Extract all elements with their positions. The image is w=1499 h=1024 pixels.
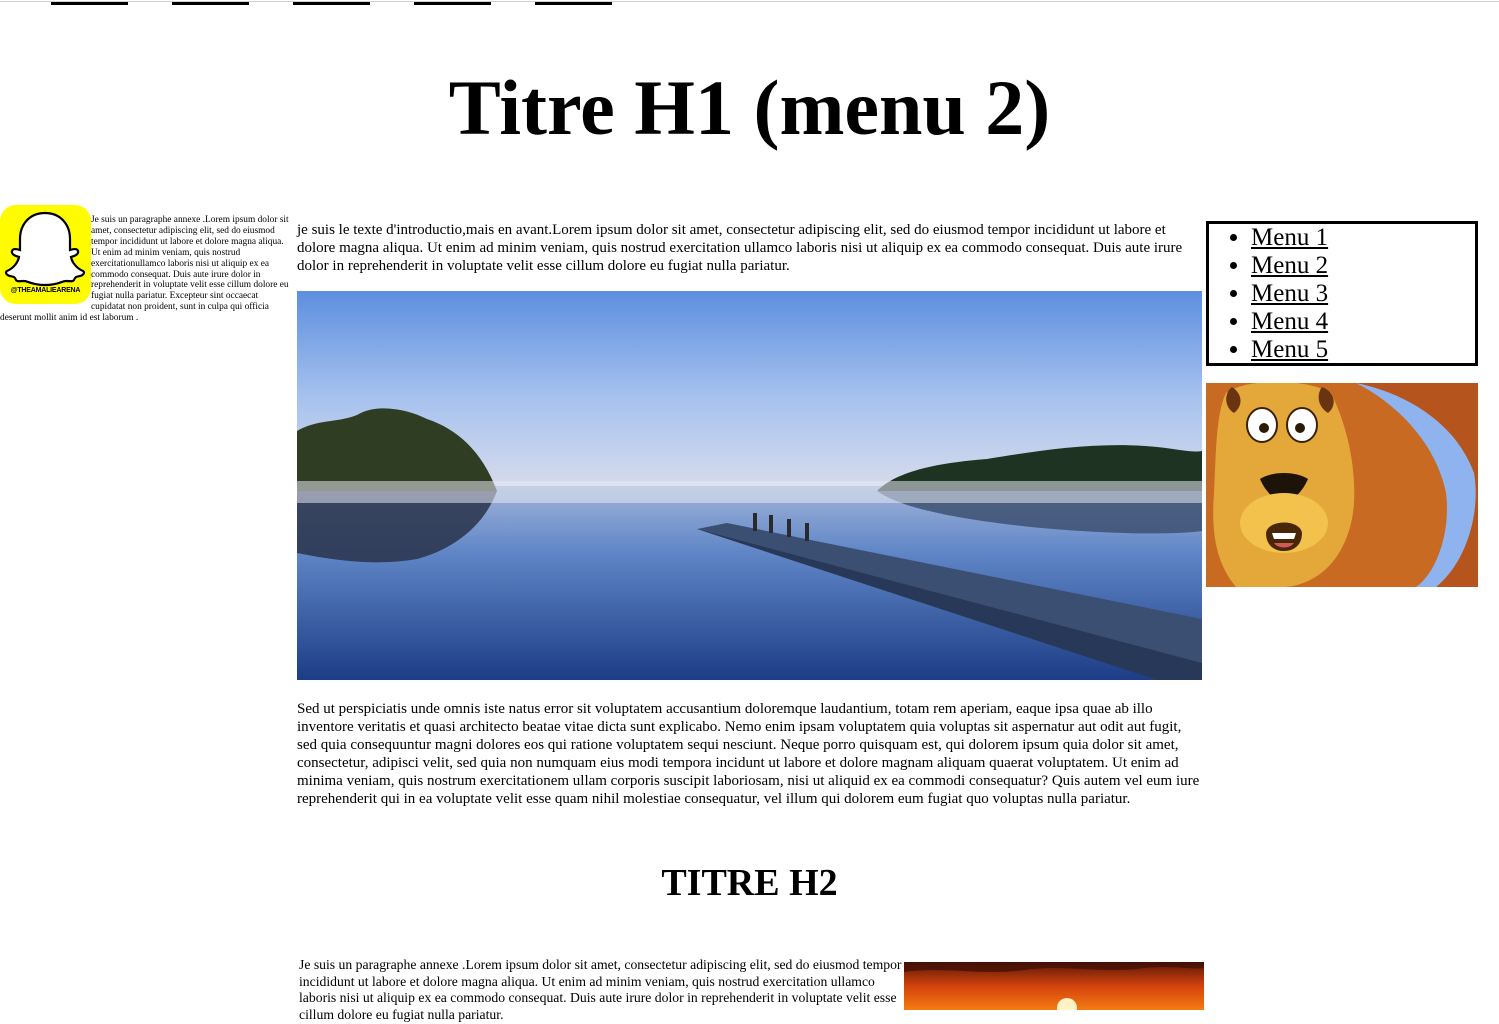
top-nav-link-4[interactable] <box>414 2 491 5</box>
side-menu-item-3: Menu 3 <box>1251 280 1475 308</box>
section-heading: TITRE H2 <box>661 862 838 904</box>
menu-link-2[interactable]: Menu 2 <box>1251 252 1328 279</box>
side-menu-item-4: Menu 4 <box>1251 308 1475 336</box>
lake-image <box>297 291 1202 680</box>
menu-link-4[interactable]: Menu 4 <box>1251 308 1328 335</box>
page-title: Titre H1 (menu 2) <box>448 64 1051 151</box>
intro-paragraph: je suis le texte d'introductio,mais en a… <box>297 222 1183 274</box>
top-nav-link-2[interactable] <box>172 2 249 5</box>
top-nav-link-5[interactable] <box>535 2 612 5</box>
annex-paragraph: Je suis un paragraphe annexe .Lorem ipsu… <box>299 957 902 1023</box>
side-menu-item-5: Menu 5 <box>1251 336 1475 364</box>
menu-link-3[interactable]: Menu 3 <box>1251 280 1328 307</box>
side-menu: Menu 1 Menu 2 Menu 3 Menu 4 Menu 5 <box>1206 221 1478 366</box>
aside-paragraph: Je suis un paragraphe annexe .Lorem ipsu… <box>0 215 292 324</box>
top-nav-link-3[interactable] <box>293 2 370 5</box>
top-nav-link-1[interactable] <box>51 2 128 5</box>
menu-link-1[interactable]: Menu 1 <box>1251 224 1328 251</box>
lion-cartoon-image <box>1206 383 1478 587</box>
side-menu-item-2: Menu 2 <box>1251 252 1475 280</box>
side-menu-item-1: Menu 1 <box>1251 224 1475 252</box>
sunset-image <box>904 962 1204 1010</box>
body-paragraph: Sed ut perspiciatis unde omnis iste natu… <box>297 701 1200 807</box>
menu-link-5[interactable]: Menu 5 <box>1251 336 1328 363</box>
